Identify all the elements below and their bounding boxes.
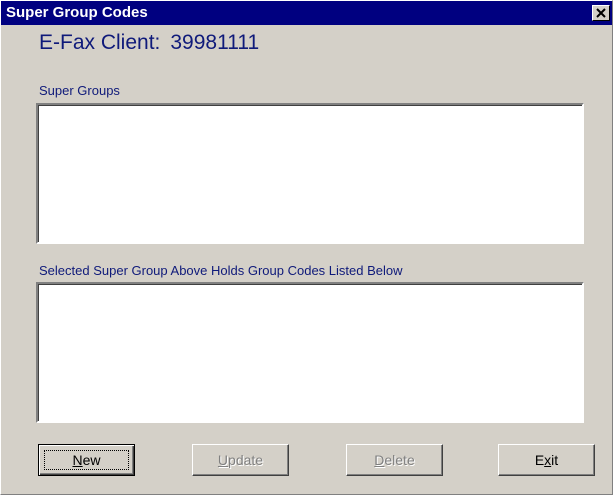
client-label: E-Fax Client: — [39, 31, 161, 54]
delete-button[interactable]: Delete — [346, 444, 443, 476]
close-button[interactable] — [592, 5, 610, 21]
delete-button-label: Delete — [374, 452, 415, 468]
exit-button[interactable]: Exit — [498, 444, 595, 476]
exit-button-label-pre: E — [534, 452, 545, 468]
update-button-label-rest: pdate — [228, 452, 264, 468]
client-heading: E-Fax Client: 39981111 — [39, 31, 259, 55]
new-button[interactable]: New — [38, 444, 135, 476]
super-groups-label: Super Groups — [39, 83, 120, 98]
client-number: 39981111 — [170, 31, 260, 54]
group-codes-listbox[interactable] — [36, 282, 584, 423]
update-button-label: Update — [217, 452, 264, 468]
title-bar[interactable]: Super Group Codes — [1, 1, 612, 25]
super-groups-listbox[interactable] — [36, 103, 584, 244]
close-icon — [596, 8, 606, 18]
super-group-codes-window: Super Group Codes E-Fax Client: 39981111 … — [0, 0, 613, 495]
window-title: Super Group Codes — [6, 4, 148, 21]
exit-button-label: Exit — [534, 452, 559, 468]
update-button[interactable]: Update — [192, 444, 289, 476]
group-codes-label: Selected Super Group Above Holds Group C… — [39, 263, 403, 278]
new-button-label: New — [72, 452, 101, 468]
new-button-label-rest: ew — [82, 452, 101, 468]
exit-button-label-rest: it — [551, 452, 559, 468]
delete-button-label-rest: elete — [384, 452, 415, 468]
